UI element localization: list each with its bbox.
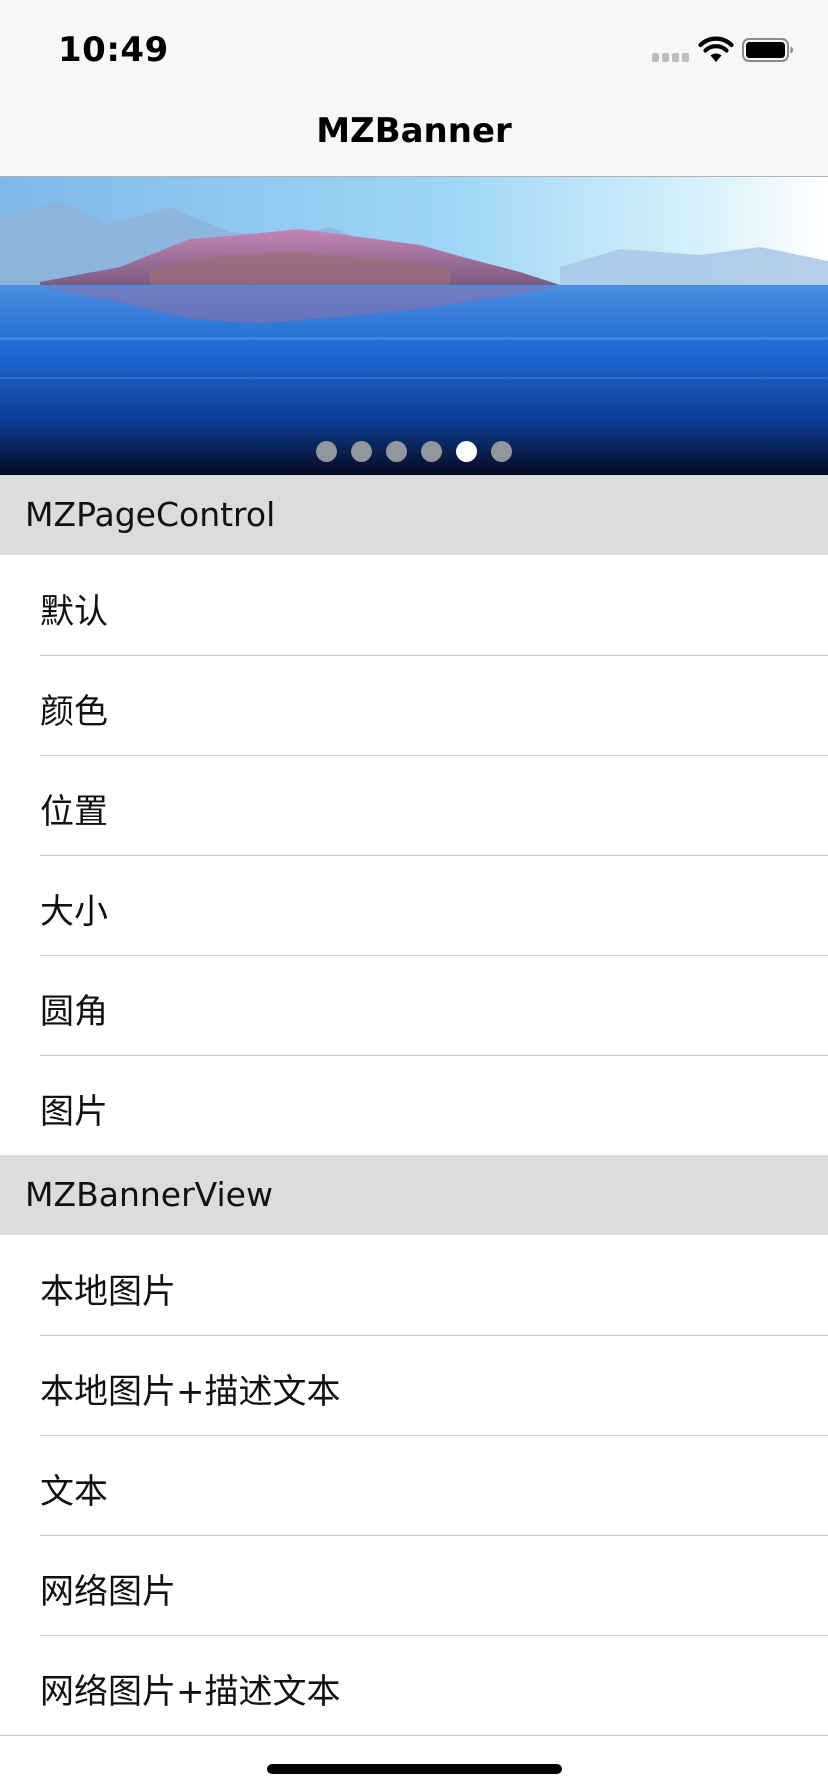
list-item[interactable]: 大小 bbox=[0, 856, 828, 956]
list-item-label: 图片 bbox=[40, 1092, 108, 1132]
list-item-label: 本地图片+描述文本 bbox=[40, 1372, 341, 1412]
page-dot[interactable] bbox=[386, 441, 407, 462]
banner-image bbox=[0, 177, 828, 475]
list-item-label: 网络图片 bbox=[40, 1572, 176, 1612]
list-item[interactable]: 网络图片+描述文本 bbox=[0, 1636, 828, 1736]
list-item-label: 圆角 bbox=[40, 992, 108, 1032]
status-bar: 10:49 bbox=[0, 0, 828, 96]
list-item[interactable]: 位置 bbox=[0, 756, 828, 856]
list-item-label: 文本 bbox=[40, 1472, 108, 1512]
navigation-bar: MZBanner bbox=[0, 96, 828, 177]
list-item-label: 本地图片 bbox=[40, 1272, 176, 1312]
home-indicator[interactable] bbox=[267, 1764, 562, 1774]
section-header-label: MZBannerView bbox=[25, 1175, 273, 1214]
list-item[interactable]: 默认 bbox=[0, 556, 828, 656]
section-header-mzbannerview: MZBannerView bbox=[0, 1155, 828, 1235]
list-item-label: 大小 bbox=[40, 892, 108, 932]
list-item[interactable]: 本地图片+描述文本 bbox=[0, 1336, 828, 1436]
page-control[interactable] bbox=[0, 441, 828, 463]
list-item[interactable]: 圆角 bbox=[0, 956, 828, 1056]
page-dot[interactable] bbox=[421, 441, 442, 462]
screen: 10:49 MZBanner MZPageControl 默认 颜色 位置 大小… bbox=[0, 0, 828, 1792]
list-item-label: 网络图片+描述文本 bbox=[40, 1672, 341, 1712]
list-item[interactable]: 图片 bbox=[0, 1056, 828, 1156]
cellular-signal-icon bbox=[652, 53, 690, 62]
list-item[interactable]: 文本 bbox=[0, 1436, 828, 1536]
page-dot[interactable] bbox=[351, 441, 372, 462]
banner-carousel[interactable] bbox=[0, 177, 828, 475]
nav-title: MZBanner bbox=[316, 111, 512, 151]
list-item-label: 默认 bbox=[40, 592, 108, 632]
list-item[interactable]: 网络图片 bbox=[0, 1536, 828, 1636]
status-time: 10:49 bbox=[58, 30, 169, 70]
page-dot[interactable] bbox=[316, 441, 337, 462]
battery-icon bbox=[742, 38, 794, 62]
page-dot[interactable] bbox=[491, 441, 512, 462]
list-item-label: 颜色 bbox=[40, 692, 108, 732]
wifi-icon bbox=[698, 36, 734, 64]
list-item[interactable]: 本地图片 bbox=[0, 1236, 828, 1336]
section-header-mzpagecontrol: MZPageControl bbox=[0, 475, 828, 555]
row-separator bbox=[0, 1735, 828, 1736]
page-dot-active[interactable] bbox=[456, 441, 477, 462]
section-header-label: MZPageControl bbox=[25, 495, 276, 534]
list-item-label: 位置 bbox=[40, 792, 108, 832]
list-item[interactable]: 颜色 bbox=[0, 656, 828, 756]
